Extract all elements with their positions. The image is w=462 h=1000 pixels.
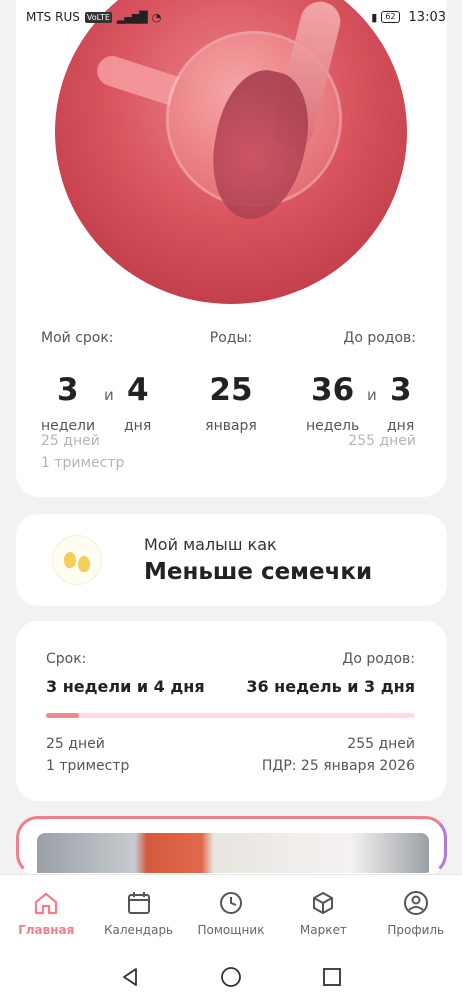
clock-icon <box>217 889 245 917</box>
nav-item-profile[interactable]: Профиль <box>370 875 462 954</box>
status-bar: MTS RUS VoLTE ▂▄▆█ ◔ ▮ 62 13:03 <box>0 0 462 34</box>
until-weeks-unit: недель <box>306 418 360 434</box>
nav-item-calendar[interactable]: Календарь <box>93 875 185 954</box>
recents-icon[interactable] <box>321 966 343 988</box>
progress-until-value: 36 недель и 3 дня <box>246 677 415 696</box>
progress-trimester: 1 триместр <box>46 758 130 774</box>
promo-image <box>37 833 429 873</box>
battery-icon: 62 <box>381 11 400 23</box>
birth-day: 25 <box>209 372 253 408</box>
nav-label-profile: Профиль <box>387 923 445 937</box>
wifi-icon: ◔ <box>151 10 162 24</box>
birth-month: января <box>205 418 257 434</box>
progress-until-label: До родов: <box>342 651 415 667</box>
birth-label: Роды: <box>209 330 253 346</box>
seed-shape <box>78 555 90 572</box>
and-separator: и <box>104 386 114 404</box>
home-circle-icon[interactable] <box>220 966 242 988</box>
remaining-days: 255 дней <box>348 433 416 449</box>
progress-term-label: Срок: <box>46 651 87 667</box>
baby-size-card[interactable]: Мой малыш как Меньше семечки <box>16 514 447 606</box>
until-days-unit: дня <box>387 418 415 434</box>
back-icon[interactable] <box>119 966 141 988</box>
nav-item-assistant[interactable]: Помощник <box>185 875 277 954</box>
pregnancy-hero-card: Мой срок: 3 и 4 недели дня Роды: 25 янва… <box>16 0 447 497</box>
progress-card: Срок: До родов: 3 недели и 4 дня 36 неде… <box>16 621 447 801</box>
seed-shape <box>64 552 76 568</box>
days-unit: дня <box>124 418 152 434</box>
progress-remaining-days: 255 дней <box>347 736 415 752</box>
progress-term-value: 3 недели и 4 дня <box>46 677 205 696</box>
user-circle-icon <box>402 889 430 917</box>
term-column: Мой срок: 3 и 4 недели дня <box>41 330 161 434</box>
box-icon <box>309 889 337 917</box>
due-date: ПДР: 25 января 2026 <box>261 758 415 774</box>
baby-size-label: Мой малыш как <box>144 535 277 554</box>
baby-size-name: Меньше семечки <box>144 559 373 585</box>
nav-label-assistant: Помощник <box>197 923 265 937</box>
nav-label-market: Маркет <box>299 923 347 937</box>
weeks-unit: недели <box>41 418 96 434</box>
until-days-value: 3 <box>390 372 412 408</box>
volte-badge: VoLTE <box>84 11 112 23</box>
embryo-illustration <box>55 0 407 304</box>
nav-label-home: Главная <box>18 923 75 937</box>
promo-banner-card[interactable] <box>16 816 447 876</box>
elapsed-days: 25 дней <box>41 433 100 449</box>
home-icon <box>32 889 60 917</box>
nav-item-market[interactable]: Маркет <box>277 875 369 954</box>
trimester-label: 1 триместр <box>41 455 125 471</box>
carrier-name: MTS RUS <box>26 10 80 24</box>
weeks-value: 3 <box>57 372 79 408</box>
birth-column: Роды: 25 января <box>196 330 266 434</box>
until-birth-column: До родов: 36 и 3 недель дня <box>306 330 416 434</box>
progress-bar-fill <box>46 713 80 718</box>
until-label: До родов: <box>343 330 416 346</box>
days-value: 4 <box>127 372 149 408</box>
progress-elapsed-days: 25 дней <box>46 736 105 752</box>
calendar-icon <box>125 889 153 917</box>
nav-item-home[interactable]: Главная <box>0 875 92 954</box>
vibrate-icon: ▮ <box>371 10 377 24</box>
clock-time: 13:03 <box>408 9 446 25</box>
until-and-separator: и <box>367 386 377 404</box>
signal-icon: ▂▄▆█ <box>116 10 148 24</box>
seed-icon <box>52 535 102 585</box>
bottom-navigation: Главная Календарь Помощник Маркет Профил… <box>0 874 462 954</box>
pregnancy-progress-bar <box>46 713 415 718</box>
term-label: Мой срок: <box>41 330 114 346</box>
until-weeks-value: 36 <box>311 372 355 408</box>
system-navigation-bar <box>0 954 462 1000</box>
nav-label-calendar: Календарь <box>104 923 174 937</box>
